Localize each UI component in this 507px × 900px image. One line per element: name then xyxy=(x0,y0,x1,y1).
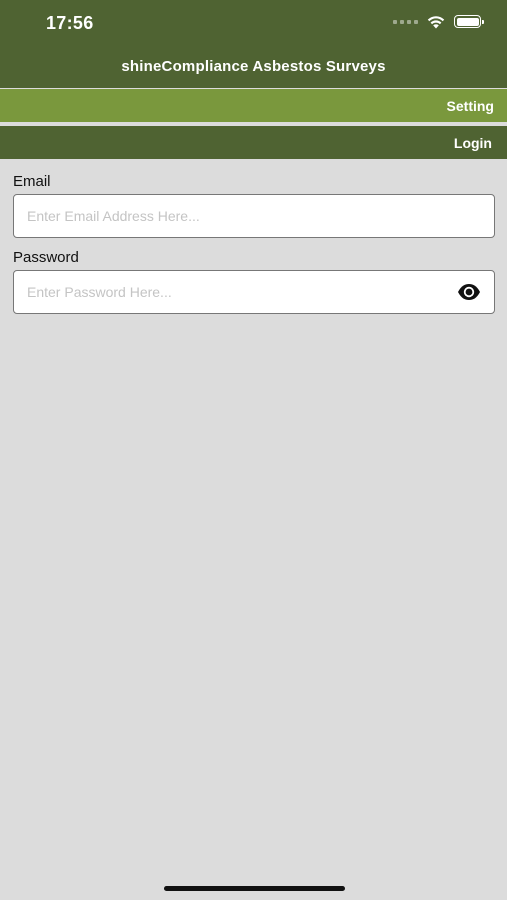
password-input[interactable] xyxy=(27,271,447,313)
battery-icon xyxy=(454,15,484,28)
eye-icon[interactable] xyxy=(457,282,481,302)
email-field-box[interactable] xyxy=(13,194,495,238)
setting-bar: Setting xyxy=(0,89,507,122)
email-input[interactable] xyxy=(27,195,482,237)
setting-button[interactable]: Setting xyxy=(447,98,494,114)
status-time: 17:56 xyxy=(46,13,94,33)
app-header: 17:56 shineCompliance Asbestos Surveys xyxy=(0,0,507,88)
login-bar: Login xyxy=(0,126,507,159)
signal-dots-icon xyxy=(393,19,418,24)
home-indicator[interactable] xyxy=(164,886,345,891)
password-field-box[interactable] xyxy=(13,270,495,314)
login-button[interactable]: Login xyxy=(454,135,492,151)
app-title: shineCompliance Asbestos Surveys xyxy=(121,58,386,75)
email-label: Email xyxy=(13,173,51,190)
wifi-icon xyxy=(427,16,445,29)
battery-fill xyxy=(456,17,479,26)
password-label: Password xyxy=(13,249,79,266)
status-icons xyxy=(393,14,484,29)
